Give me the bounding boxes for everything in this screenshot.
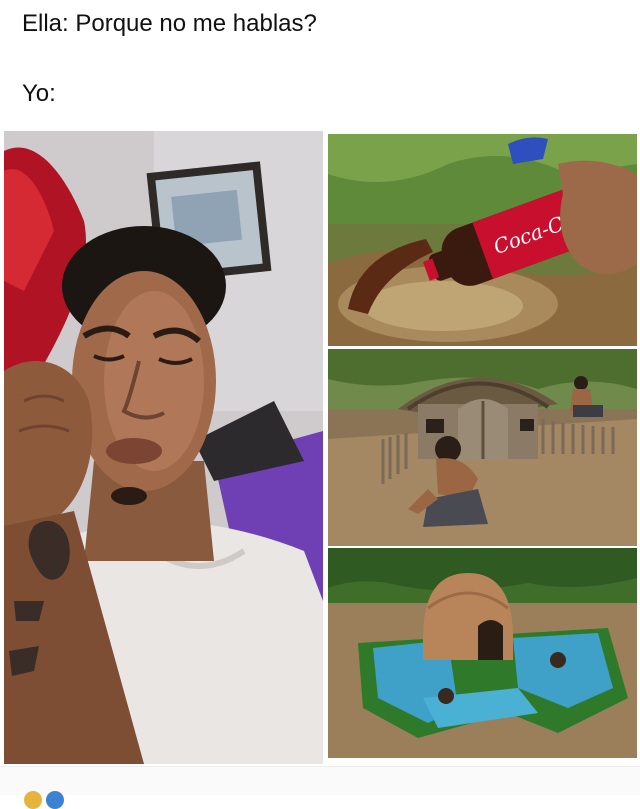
caption-line-1: Ella: Porque no me hablas?: [22, 10, 317, 37]
reactions-bar: [0, 766, 640, 809]
hut-building-photo: [328, 349, 637, 546]
cola-pouring-photo: Coca-Cola: [328, 134, 637, 346]
selfie-photo: [4, 131, 323, 764]
caption-line-2: Yo:: [22, 80, 56, 107]
dome-pool-photo: [328, 548, 637, 758]
